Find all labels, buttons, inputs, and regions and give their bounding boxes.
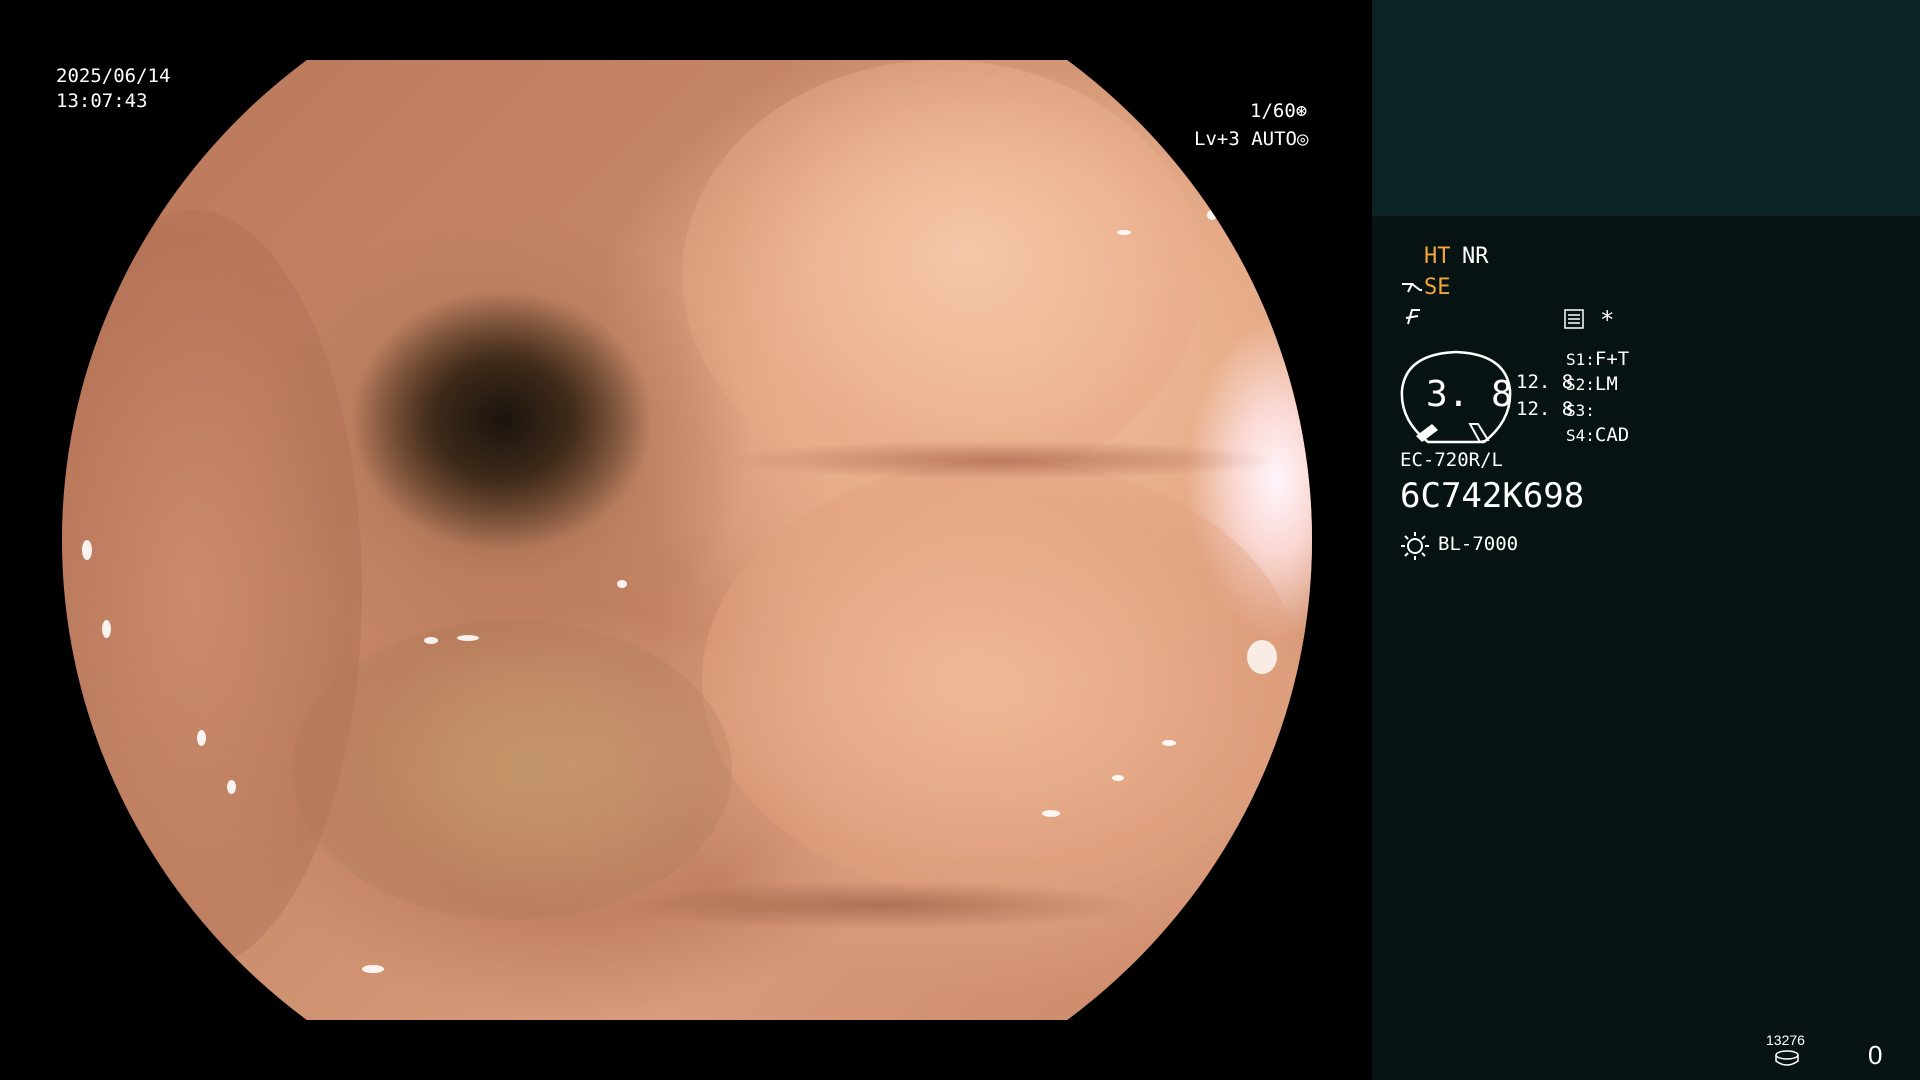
value-b: 12. 8: [1516, 398, 1574, 420]
specular-highlight: [1162, 740, 1176, 746]
mode-value: AUTO: [1251, 128, 1297, 150]
specular-highlight: [617, 580, 627, 588]
specular-highlight: [457, 635, 479, 641]
switch-key: S4:: [1566, 426, 1595, 445]
light-source-icon: [1401, 532, 1429, 560]
specular-highlight: [197, 730, 206, 746]
switch-key: S3:: [1566, 401, 1595, 420]
switch-value: LM: [1594, 373, 1618, 395]
exposure-readout: Lv+3 AUTO◎: [1194, 126, 1308, 152]
mucosal-fold: [682, 60, 1202, 490]
shutter-icon: ⊛: [1295, 100, 1308, 122]
shutter-value: 1/60: [1250, 100, 1296, 122]
specular-highlight: [1042, 810, 1060, 817]
date-label: 2025/06/14: [56, 65, 171, 87]
mucosal-fold: [702, 460, 1302, 900]
settings-list-icon: [1564, 309, 1584, 329]
asterisk-indicator: *: [1600, 306, 1615, 334]
enhance-icon: [1402, 283, 1422, 293]
info-panel-header: [1372, 0, 1920, 216]
specular-highlight: [102, 620, 111, 638]
specular-highlight: [1117, 230, 1131, 235]
freeze-icon: [1405, 309, 1420, 325]
switch-row: S1:F+T: [1566, 348, 1629, 370]
level-value: Lv+3: [1194, 128, 1240, 150]
storage-counter: 13276: [1766, 1032, 1805, 1048]
mucosal-fold: [292, 620, 732, 920]
endoscope-view: [62, 60, 1312, 1020]
endoscope-image-area: 2025/06/14 13:07:43 1/60⊛ Lv+3 AUTO◎: [0, 0, 1372, 1080]
value-a: 12. 8: [1516, 371, 1574, 393]
switch-row: S3:: [1566, 399, 1595, 421]
switch-row: S2:LM: [1566, 373, 1618, 395]
specular-highlight: [227, 780, 236, 794]
nr-indicator: NR: [1462, 244, 1489, 269]
specular-highlight: [82, 540, 92, 560]
scope-serial-label: 6C742K698: [1400, 476, 1585, 516]
count-value: 0: [1868, 1040, 1883, 1070]
info-panel: HT NR SE * 3. 8 12. 8 12. 8 S1:F+T S2:LM…: [1372, 0, 1920, 1080]
specular-highlight: [1207, 210, 1217, 220]
iris-icon: ◎: [1296, 128, 1309, 150]
light-source-label: BL-7000: [1438, 533, 1519, 555]
time-label: 13:07:43: [56, 90, 148, 112]
ht-indicator: HT: [1424, 244, 1451, 269]
mucosal-fold: [62, 210, 362, 970]
specular-highlight: [424, 637, 438, 644]
switch-key: S2:: [1566, 375, 1595, 394]
scope-model-label: EC-720R/L: [1400, 449, 1503, 471]
shutter-readout: 1/60⊛: [1250, 98, 1307, 124]
switch-row: S4:CAD: [1566, 424, 1629, 446]
zoom-value: 3. 8: [1426, 374, 1513, 415]
specular-highlight: [362, 965, 384, 973]
mucosal-fold-shadow: [722, 440, 1282, 480]
specular-highlight: [1112, 775, 1124, 781]
switch-value: F+T: [1594, 348, 1630, 370]
se-indicator: SE: [1424, 275, 1451, 300]
specular-highlight: [1247, 640, 1277, 674]
mucosal-fold-shadow: [622, 880, 1142, 930]
switch-key: S1:: [1566, 350, 1595, 369]
switch-value: CAD: [1594, 424, 1630, 446]
storage-icon: [1775, 1050, 1799, 1066]
